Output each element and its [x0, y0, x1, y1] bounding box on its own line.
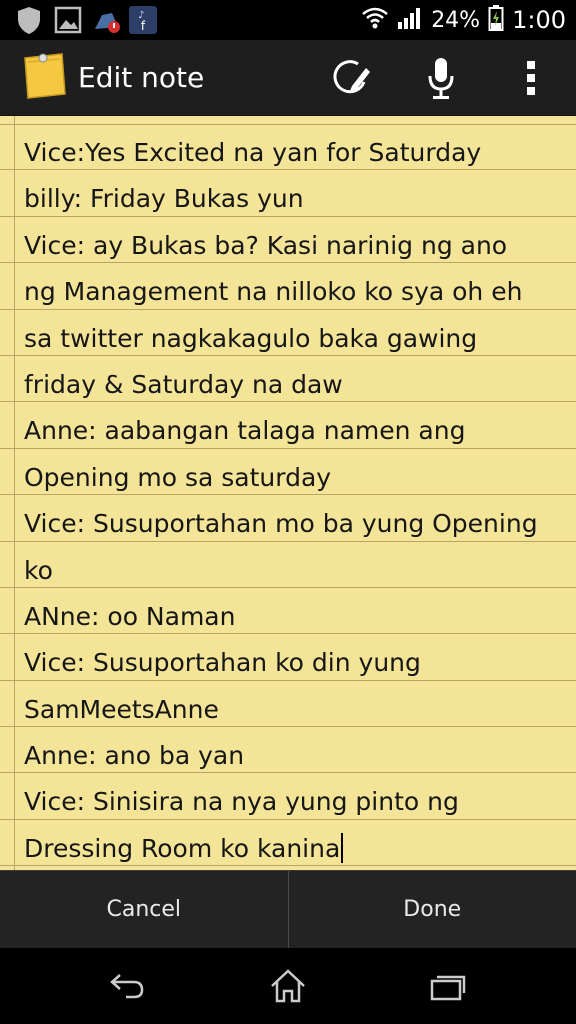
button-bar: Cancel Done	[0, 870, 576, 948]
cancel-button[interactable]: Cancel	[0, 871, 288, 948]
music-facebook-icon: f ♪	[128, 5, 158, 39]
back-icon[interactable]	[96, 964, 160, 1008]
note-line[interactable]: ko	[0, 542, 576, 588]
battery-charging-icon	[488, 4, 504, 36]
status-bar: f ♪ 24% 1:00	[0, 0, 576, 40]
note-line[interactable]: sa twitter nagkakagulo baka gawing	[0, 310, 576, 356]
note-line[interactable]: ng Management na nilloko ko sya oh eh	[0, 263, 576, 310]
done-button[interactable]: Done	[289, 871, 576, 948]
app-update-icon	[92, 5, 122, 39]
clock: 1:00	[512, 6, 566, 34]
note-text-lines[interactable]: Vice:Yes Excited na yan for Saturday bil…	[0, 124, 576, 867]
overflow-menu-icon[interactable]	[499, 40, 563, 116]
svg-text:♪: ♪	[138, 10, 144, 21]
note-line[interactable]: Vice:Yes Excited na yan for Saturday	[0, 124, 576, 171]
eraser-pen-icon[interactable]	[319, 40, 383, 116]
note-line[interactable]: Vice: Susuportahan mo ba yung Opening	[0, 495, 576, 542]
text-cursor	[341, 832, 344, 863]
shield-icon	[16, 5, 42, 39]
action-bar: Edit note	[0, 40, 576, 116]
note-line[interactable]: Anne: ano ba yan	[0, 727, 576, 774]
note-line[interactable]: ANne: oo Naman	[0, 588, 576, 635]
note-line-text[interactable]: Dressing Room ko kanina	[24, 834, 340, 863]
note-editor[interactable]: Vice:Yes Excited na yan for Saturday bil…	[0, 116, 576, 870]
gallery-icon	[54, 5, 82, 39]
signal-icon	[397, 6, 423, 34]
wifi-icon	[361, 6, 389, 34]
sticky-note-app-icon[interactable]	[22, 50, 68, 106]
note-line[interactable]: Anne: aabangan talaga namen ang	[0, 402, 576, 449]
note-line[interactable]: Vice: Sinisira na nya yung pinto ng	[0, 773, 576, 820]
navigation-bar	[0, 948, 576, 1024]
note-line[interactable]: Opening mo sa saturday	[0, 449, 576, 496]
note-line[interactable]: friday & Saturday na daw	[0, 356, 576, 403]
note-line[interactable]: Vice: ay Bukas ba? Kasi narinig ng ano	[0, 217, 576, 264]
battery-percent: 24%	[431, 7, 481, 33]
note-line-last[interactable]: Dressing Room ko kanina	[0, 820, 576, 867]
home-icon[interactable]	[256, 964, 320, 1008]
note-line[interactable]: SamMeetsAnne	[0, 681, 576, 728]
microphone-icon[interactable]	[409, 40, 473, 116]
note-line[interactable]: billy: Friday Bukas yun	[0, 170, 576, 217]
page-title: Edit note	[78, 61, 205, 94]
recent-apps-icon[interactable]	[416, 964, 480, 1008]
note-line[interactable]: Vice: Susuportahan ko din yung	[0, 634, 576, 681]
